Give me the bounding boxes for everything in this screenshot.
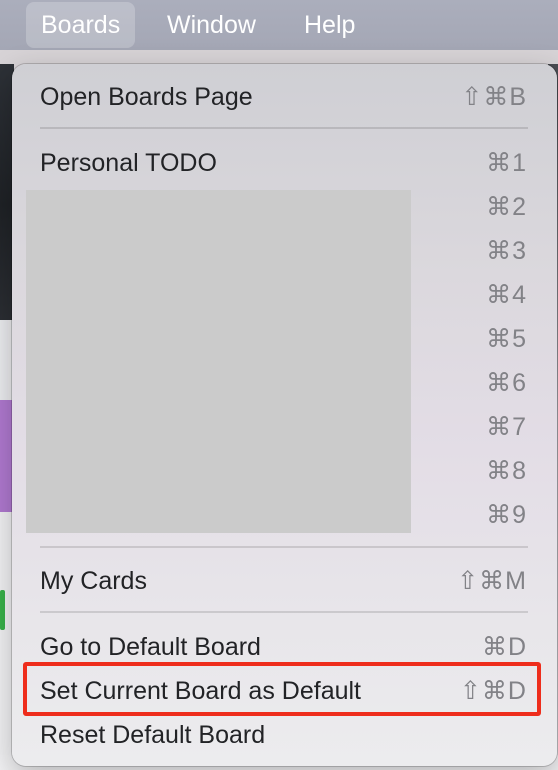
menu-help[interactable]: Help — [289, 2, 370, 48]
menu-separator — [40, 611, 528, 613]
menu-item-shortcut: ⇧⌘B — [461, 83, 527, 111]
menu-window[interactable]: Window — [152, 2, 271, 48]
menu-item-shortcut: ⌘5 — [486, 325, 527, 353]
menu-item-shortcut: ⌘4 — [486, 281, 527, 309]
menu-item-personal-todo[interactable]: Personal TODO ⌘1 — [12, 143, 557, 183]
menu-item-shortcut: ⌘8 — [486, 457, 527, 485]
menu-item-shortcut: ⌘6 — [486, 369, 527, 397]
menu-boards[interactable]: Boards — [26, 2, 136, 48]
menu-item-open-boards-page[interactable]: Open Boards Page ⇧⌘B — [12, 77, 557, 117]
menu-item-shortcut: ⌘D — [481, 633, 527, 661]
menu-item-shortcut: ⌘7 — [486, 413, 527, 441]
menu-item-shortcut: ⇧⌘M — [457, 567, 527, 595]
menu-item-reset-default-board[interactable]: Reset Default Board — [12, 715, 557, 755]
menu-item-label: My Cards — [40, 567, 147, 595]
menu-separator — [40, 546, 528, 548]
menu-item-shortcut: ⌘1 — [486, 149, 527, 177]
menu-item-shortcut: ⌘2 — [486, 193, 527, 221]
boards-dropdown-menu: Open Boards Page ⇧⌘B Personal TODO ⌘1 ⌘2… — [12, 64, 557, 766]
menu-item-set-current-board-as-default[interactable]: Set Current Board as Default ⇧⌘D — [12, 671, 557, 711]
redacted-board-names — [26, 190, 411, 533]
menu-bar: Boards Window Help — [0, 0, 558, 50]
menu-item-shortcut: ⇧⌘D — [459, 677, 527, 705]
background-green-accent — [0, 590, 5, 630]
menu-item-label: Go to Default Board — [40, 633, 261, 661]
menu-item-my-cards[interactable]: My Cards ⇧⌘M — [12, 561, 557, 601]
menu-item-label: Personal TODO — [40, 149, 217, 177]
menu-item-label: Set Current Board as Default — [40, 677, 361, 705]
menu-item-shortcut: ⌘9 — [486, 501, 527, 529]
menu-item-label: Reset Default Board — [40, 721, 266, 749]
menu-separator — [40, 127, 528, 129]
menu-item-shortcut: ⌘3 — [486, 237, 527, 265]
menu-item-label: Open Boards Page — [40, 83, 253, 111]
menu-item-go-to-default-board[interactable]: Go to Default Board ⌘D — [12, 627, 557, 667]
